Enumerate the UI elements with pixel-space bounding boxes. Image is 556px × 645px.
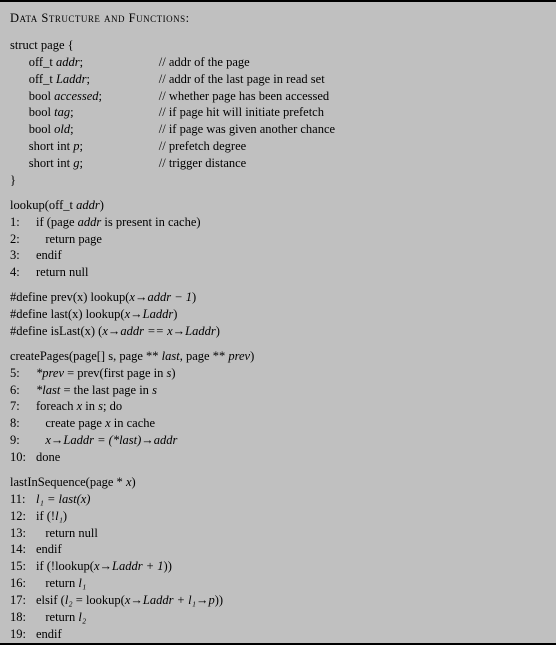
- cp-7: 7:foreach x in s; do: [10, 398, 546, 415]
- struct-field: bool old;// if page was given another ch…: [10, 121, 546, 138]
- section-title: Data Structure and Functions:: [10, 10, 546, 27]
- cp-10: 10:done: [10, 449, 546, 466]
- lookup-sig: lookup(off_t addr): [10, 197, 546, 214]
- struct-open: struct page {: [10, 37, 546, 54]
- struct-field: bool tag;// if page hit will initiate pr…: [10, 104, 546, 121]
- define-islast: #define isLast(x) (x→addr == x→Laddr): [10, 323, 546, 340]
- struct-field: bool accessed;// whether page has been a…: [10, 88, 546, 105]
- struct-field: short int p;// prefetch degree: [10, 138, 546, 155]
- define-last: #define last(x) lookup(x→Laddr): [10, 306, 546, 323]
- struct-field: off_t addr;// addr of the page: [10, 54, 546, 71]
- lookup-3: 3:endif: [10, 247, 546, 264]
- cp-5: 5:*prev = prev(first page in s): [10, 365, 546, 382]
- lis-17: 17:elsif (l₂ = lookup(x→Laddr + l₁→p)): [10, 592, 546, 609]
- lookup-1: 1:if (page addr is present in cache): [10, 214, 546, 231]
- define-prev: #define prev(x) lookup(x→addr − 1): [10, 289, 546, 306]
- lookup-2: 2: return page: [10, 231, 546, 248]
- createpages-sig: createPages(page[] s, page ** last, page…: [10, 348, 546, 365]
- cp-9: 9: x→Laddr = (*last)→addr: [10, 432, 546, 449]
- cp-6: 6:*last = the last page in s: [10, 382, 546, 399]
- lis-19: 19:endif: [10, 626, 546, 643]
- struct-field: short int g;// trigger distance: [10, 155, 546, 172]
- lis-18: 18: return l₂: [10, 609, 546, 626]
- lookup-4: 4:return null: [10, 264, 546, 281]
- struct-close: }: [10, 172, 546, 189]
- lis-11: 11:l₁ = last(x): [10, 491, 546, 508]
- lis-14: 14:endif: [10, 541, 546, 558]
- lis-sig: lastInSequence(page * x): [10, 474, 546, 491]
- lis-13: 13: return null: [10, 525, 546, 542]
- lis-16: 16: return l₁: [10, 575, 546, 592]
- struct-field: off_t Laddr;// addr of the last page in …: [10, 71, 546, 88]
- lis-12: 12:if (!l₁): [10, 508, 546, 525]
- cp-8: 8: create page x in cache: [10, 415, 546, 432]
- lis-15: 15:if (!lookup(x→Laddr + 1)): [10, 558, 546, 575]
